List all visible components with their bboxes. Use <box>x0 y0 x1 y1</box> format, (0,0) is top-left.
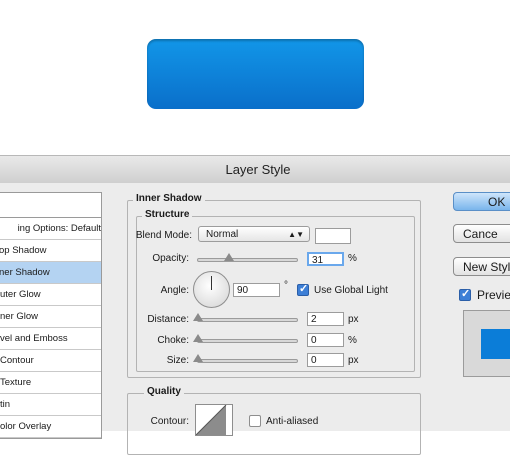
style-item[interactable]: uter Glow <box>0 284 101 306</box>
angle-label: Angle: <box>160 285 189 296</box>
choke-slider-thumb[interactable] <box>193 334 203 342</box>
style-item[interactable]: ner Glow <box>0 306 101 328</box>
style-item[interactable]: ner Shadow <box>0 262 101 284</box>
style-item-label: tin <box>0 399 11 410</box>
style-item[interactable]: Texture <box>0 372 101 394</box>
style-item-label: ner Glow <box>0 311 39 322</box>
size-field[interactable]: 0 <box>307 353 344 367</box>
style-item[interactable]: Contour <box>0 350 101 372</box>
section-title: Inner Shadow <box>133 193 205 204</box>
choke-label: Choke: <box>157 335 189 346</box>
choke-field[interactable]: 0 <box>307 333 344 347</box>
distance-slider[interactable] <box>197 318 298 322</box>
angle-unit: ° <box>284 280 288 291</box>
opacity-slider-thumb[interactable] <box>224 253 234 261</box>
style-item-label: ner Shadow <box>0 267 50 278</box>
new-style-button[interactable]: New Styl <box>453 257 510 276</box>
preview-swatch <box>481 329 510 359</box>
choke-slider[interactable] <box>197 339 298 343</box>
preview-thumbnail <box>463 310 510 377</box>
style-list: ing Options: Default op Shadow ner Shadow… <box>0 192 102 439</box>
style-item-label: Texture <box>0 377 32 388</box>
style-item-label: vel and Emboss <box>0 333 68 344</box>
style-item-blending-options[interactable]: ing Options: Default <box>0 217 101 240</box>
style-item-label: op Shadow <box>0 245 47 256</box>
distance-label: Distance: <box>147 314 189 325</box>
dialog-title: Layer Style <box>225 162 291 177</box>
shadow-color-swatch[interactable] <box>315 228 351 244</box>
canvas-button-preview <box>147 39 364 109</box>
blend-mode-select[interactable]: Normal ▲▼ <box>198 226 310 242</box>
blend-mode-label: Blend Mode: <box>135 230 192 241</box>
distance-slider-thumb[interactable] <box>193 313 203 321</box>
preview-checkbox[interactable] <box>459 287 471 301</box>
angle-needle <box>211 276 212 290</box>
structure-title: Structure <box>142 209 193 220</box>
style-item[interactable]: vel and Emboss <box>0 328 101 350</box>
contour-label: Contour: <box>150 416 189 427</box>
contour-picker[interactable] <box>195 404 233 436</box>
opacity-unit: % <box>348 253 357 264</box>
style-item-label: ing Options: Default <box>17 223 101 234</box>
size-slider-thumb[interactable] <box>193 354 203 362</box>
size-slider[interactable] <box>197 359 298 363</box>
updown-arrows-icon: ▲▼ <box>288 230 304 239</box>
ok-button[interactable]: OK <box>453 192 510 211</box>
use-global-light-checkbox[interactable] <box>297 282 309 296</box>
angle-dial[interactable] <box>193 271 230 308</box>
style-item-label: olor Overlay <box>0 421 52 432</box>
style-item[interactable]: olor Overlay <box>0 416 101 438</box>
style-item-label: Contour <box>0 355 34 366</box>
dialog-titlebar: Layer Style <box>0 155 510 184</box>
blend-mode-value: Normal <box>206 229 239 240</box>
choke-unit: % <box>348 335 357 346</box>
angle-field[interactable]: 90 <box>233 283 280 297</box>
style-item[interactable]: op Shadow <box>0 240 101 262</box>
anti-aliased-label: Anti-aliased <box>266 416 319 427</box>
distance-field[interactable]: 2 <box>307 312 344 326</box>
style-item[interactable]: tin <box>0 394 101 416</box>
use-global-light-label: Use Global Light <box>314 285 388 296</box>
distance-unit: px <box>348 314 359 325</box>
quality-title: Quality <box>144 386 184 397</box>
opacity-field[interactable]: 31 <box>307 252 344 266</box>
preview-label: Previe <box>477 288 510 302</box>
size-unit: px <box>348 355 359 366</box>
anti-aliased-checkbox[interactable] <box>249 415 261 427</box>
opacity-label: Opacity: <box>152 253 189 264</box>
cancel-button[interactable]: Cance <box>453 224 510 243</box>
size-label: Size: <box>166 355 189 366</box>
opacity-slider[interactable] <box>197 258 298 262</box>
style-item-label: uter Glow <box>0 289 41 300</box>
